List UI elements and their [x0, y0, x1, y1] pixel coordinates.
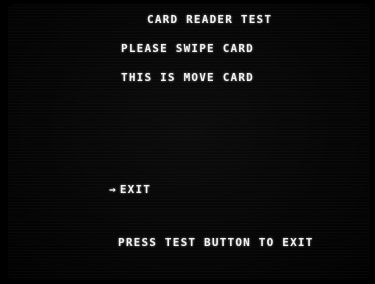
swipe-instruction: PLEASE SWIPE CARD [121, 42, 254, 55]
footer-instruction: PRESS TEST BUTTON TO EXIT [118, 236, 314, 249]
screen-title: CARD READER TEST [147, 13, 273, 26]
menu-item-exit[interactable]: → EXIT [109, 183, 151, 196]
card-status-text: THIS IS MOVE CARD [121, 71, 254, 84]
crt-screen: CARD READER TEST PLEASE SWIPE CARD THIS … [8, 4, 370, 280]
selection-arrow-icon: → [109, 183, 117, 196]
menu-item-exit-label: EXIT [119, 183, 152, 196]
